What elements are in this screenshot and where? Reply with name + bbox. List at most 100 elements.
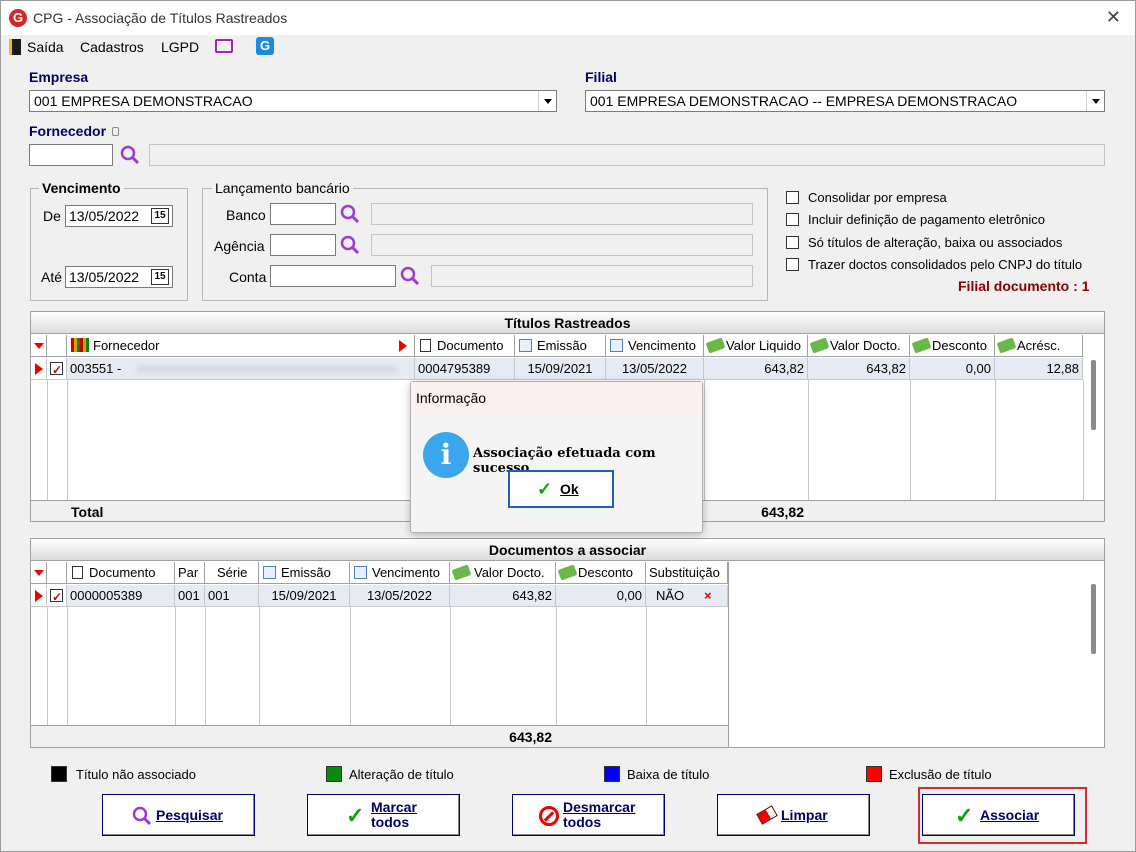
main-window: G CPG - Associação de Títulos Rastreados…	[0, 0, 1136, 852]
marcar-label-2: todos	[371, 814, 410, 830]
monitor-icon[interactable]	[215, 39, 233, 53]
hdr-serie[interactable]: Série	[205, 562, 259, 584]
search-icon[interactable]	[339, 234, 361, 256]
row-desconto: 0,00	[556, 585, 646, 607]
pesquisar-button[interactable]: Pesquisar	[102, 794, 255, 836]
vencimento-de-input[interactable]: 13/05/2022 15	[65, 205, 173, 227]
key-icon	[112, 127, 119, 136]
desmarcar-label: Desmarcar todos	[563, 800, 635, 830]
hdr-valor-docto[interactable]: Valor Docto.	[450, 562, 556, 584]
documentos-title: Documentos a associar	[31, 539, 1104, 561]
vencimento-legend: Vencimento	[39, 180, 124, 196]
legend-swatch-baixa	[604, 766, 620, 782]
titulos-title: Títulos Rastreados	[31, 312, 1104, 334]
filial-value: 001 EMPRESA DEMONSTRACAO -- EMPRESA DEMO…	[590, 93, 1018, 109]
scrollbar[interactable]	[1091, 360, 1096, 430]
empresa-select[interactable]: 001 EMPRESA DEMONSTRACAO	[29, 90, 557, 112]
hdr-substituicao[interactable]: Substituição	[646, 562, 728, 584]
fornecedor-label: Fornecedor	[29, 123, 107, 139]
menu-saida[interactable]: Saída	[27, 39, 64, 55]
conta-name-field	[431, 265, 753, 287]
row-substituicao: NÃO ×	[646, 585, 728, 607]
hdr-vencimento-label: Vencimento	[628, 338, 696, 353]
row-checkbox[interactable]	[47, 358, 67, 380]
row-indicator	[31, 585, 47, 607]
exit-icon[interactable]	[9, 39, 21, 55]
menu-lgpd[interactable]: LGPD	[161, 39, 199, 55]
consolidar-checkbox[interactable]	[786, 191, 799, 204]
agencia-input[interactable]	[270, 234, 336, 256]
hdr-valor-docto[interactable]: Valor Docto.	[808, 335, 910, 357]
calendar-icon[interactable]: 15	[151, 269, 169, 285]
check-icon: ✓	[346, 803, 365, 828]
hdr-documento[interactable]: Documento	[67, 562, 175, 584]
hdr-par[interactable]: Par	[175, 562, 205, 584]
ok-label: Ok	[560, 481, 579, 497]
hdr-acresc-label: Acrésc.	[1017, 338, 1061, 353]
calendar-icon	[263, 566, 276, 579]
limpar-button[interactable]: Limpar	[717, 794, 870, 836]
vencimento-ate-input[interactable]: 13/05/2022 15	[65, 266, 173, 288]
row-acresc: 12,88	[995, 358, 1083, 380]
hdr-vencimento[interactable]: Vencimento	[606, 335, 704, 357]
hdr-desconto-label: Desconto	[578, 565, 633, 580]
row-emissao: 15/09/2021	[259, 585, 350, 607]
search-icon[interactable]	[119, 144, 141, 166]
hdr-acresc[interactable]: Acrésc.	[995, 335, 1083, 357]
fornecedor-code-input[interactable]	[29, 144, 113, 166]
marcar-todos-button[interactable]: ✓ Marcar todos	[307, 794, 460, 836]
total-row: 643,82	[31, 725, 728, 747]
info-icon: i	[423, 432, 469, 478]
hdr-emissao[interactable]: Emissão	[259, 562, 350, 584]
row-fornecedor-value: 003551 -	[70, 361, 122, 376]
ok-button[interactable]: ✓ Ok	[508, 470, 614, 508]
hdr-desconto[interactable]: Desconto	[910, 335, 995, 357]
pagamento-eletronico-checkbox[interactable]	[786, 213, 799, 226]
hdr-valor-docto-label: Valor Docto.	[830, 338, 901, 353]
trazer-doctos-checkbox[interactable]	[786, 258, 799, 271]
calendar-icon[interactable]: 15	[151, 208, 169, 224]
hdr-documento-label: Documento	[437, 338, 504, 353]
chevron-down-icon[interactable]	[1086, 91, 1104, 111]
hdr-valor-liquido[interactable]: Valor Liquido	[704, 335, 808, 357]
conta-input[interactable]	[270, 265, 396, 287]
so-titulos-checkbox[interactable]	[786, 236, 799, 249]
hdr-documento[interactable]: Documento	[415, 335, 515, 357]
info-dialog: Informação i Associação efetuada com suc…	[410, 381, 703, 533]
chevron-down-icon[interactable]	[538, 91, 556, 111]
hdr-check	[47, 335, 67, 357]
calendar-icon	[519, 339, 532, 352]
search-icon[interactable]	[399, 265, 421, 287]
desmarcar-todos-button[interactable]: Desmarcar todos	[512, 794, 665, 836]
money-icon	[911, 337, 932, 354]
hdr-fornecedor[interactable]: Fornecedor	[67, 335, 415, 357]
search-icon[interactable]	[339, 203, 361, 225]
menu-cadastros[interactable]: Cadastros	[80, 39, 144, 55]
row-checkbox[interactable]	[47, 585, 67, 607]
associar-button[interactable]: ✓ Associar	[922, 794, 1075, 836]
hdr-desconto[interactable]: Desconto	[556, 562, 646, 584]
row-desconto: 0,00	[910, 358, 995, 380]
scrollbar[interactable]	[1091, 584, 1096, 654]
eraser-icon	[756, 805, 778, 825]
limpar-label: Limpar	[781, 807, 828, 823]
app-g-icon[interactable]: G	[256, 37, 274, 55]
close-button[interactable]: ✕	[1106, 7, 1121, 28]
close-icon[interactable]: ×	[704, 585, 712, 606]
hdr-vencimento[interactable]: Vencimento	[350, 562, 450, 584]
banco-label: Banco	[226, 207, 266, 223]
hdr-valor-liquido-label: Valor Liquido	[726, 338, 801, 353]
filial-select[interactable]: 001 EMPRESA DEMONSTRACAO -- EMPRESA DEMO…	[585, 90, 1105, 112]
row-indicator	[31, 358, 47, 380]
desmarcar-label-2: todos	[563, 814, 602, 830]
money-icon	[557, 564, 578, 581]
trazer-doctos-label: Trazer doctos consolidados pelo CNPJ do …	[808, 257, 1083, 272]
hdr-emissao[interactable]: Emissão	[515, 335, 606, 357]
sort-arrow-icon	[399, 340, 407, 352]
legend-alteracao: Alteração de título	[349, 767, 454, 782]
check-icon: ✓	[537, 479, 553, 499]
row-par: 001	[175, 585, 205, 607]
filial-label: Filial	[585, 69, 617, 85]
banco-input[interactable]	[270, 203, 336, 225]
legend-nao-associado: Título não associado	[76, 767, 196, 782]
